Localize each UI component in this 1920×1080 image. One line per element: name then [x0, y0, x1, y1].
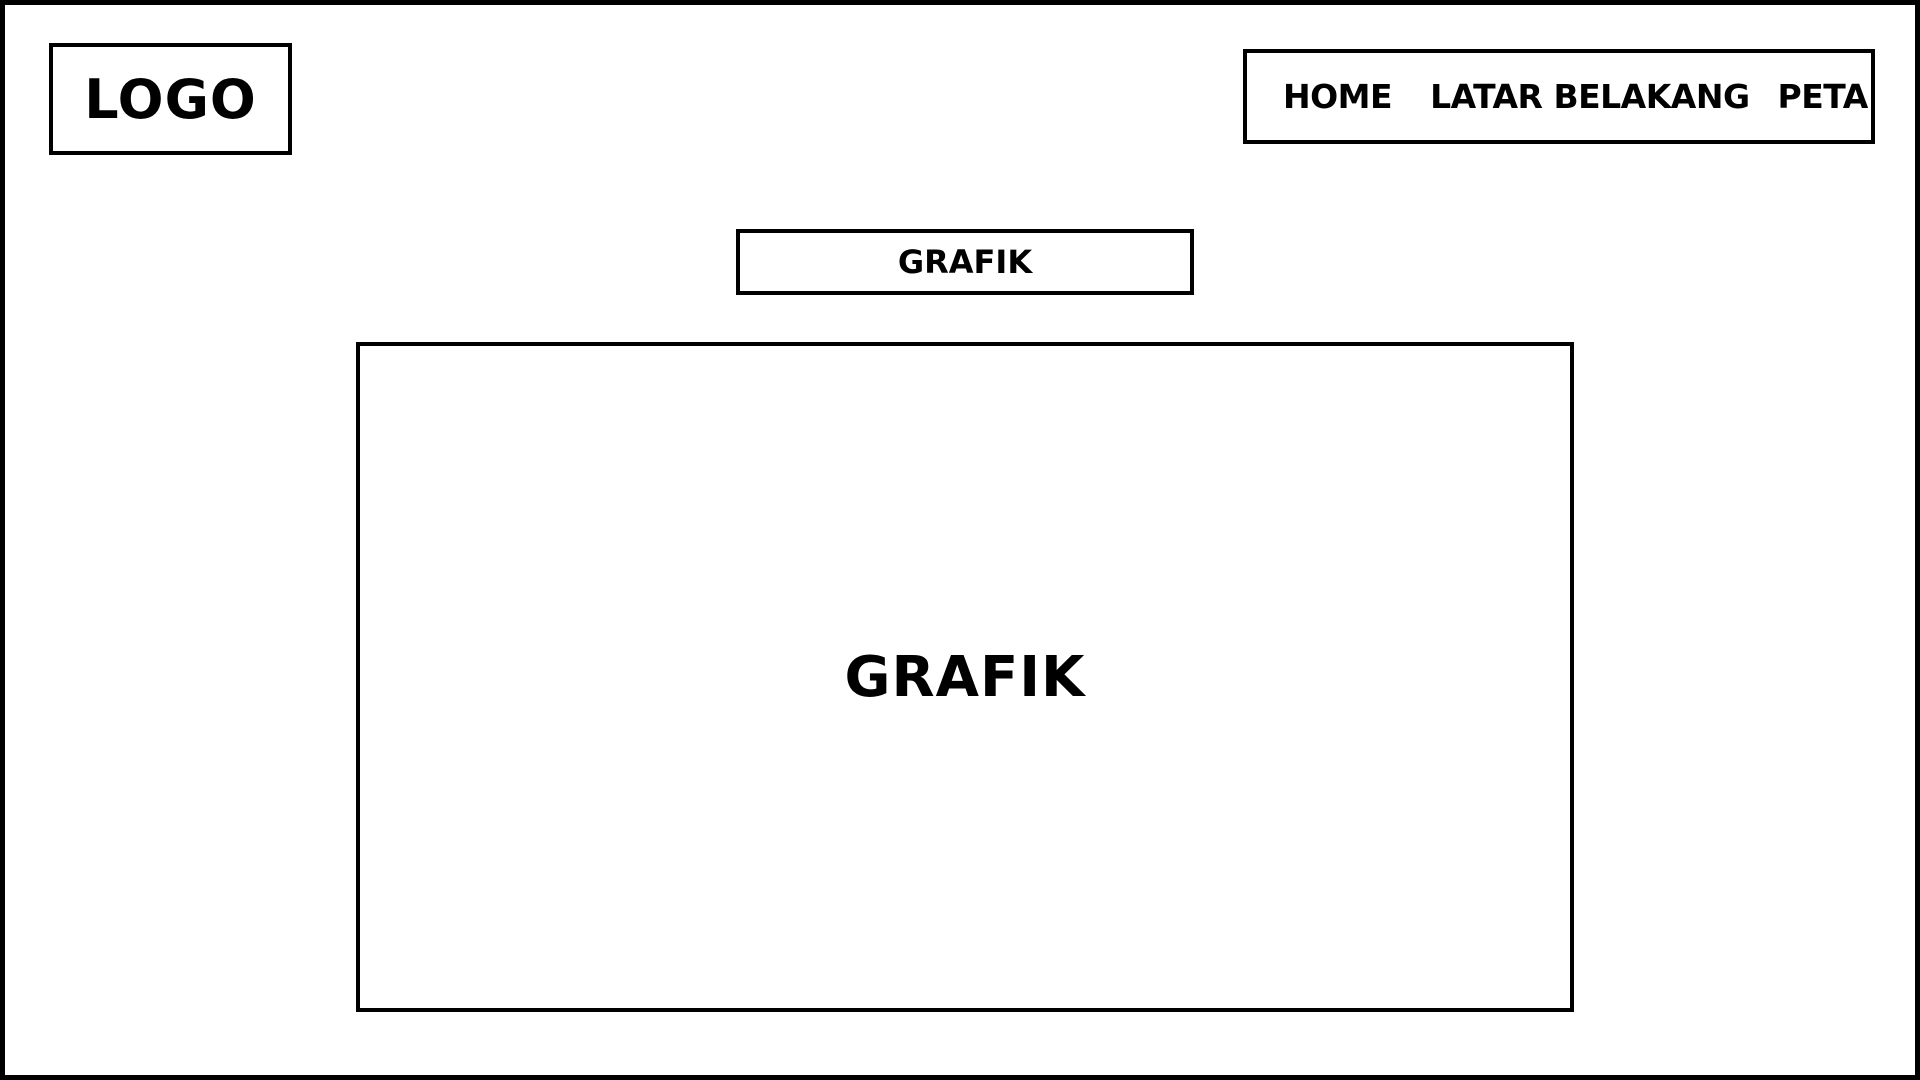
main-nav: HOME LATAR BELAKANG PETA	[1243, 49, 1875, 144]
grafik-section-tab-label: GRAFIK	[897, 243, 1033, 281]
nav-peta[interactable]: PETA	[1778, 77, 1869, 116]
nav-home[interactable]: HOME	[1283, 77, 1393, 116]
logo-text: LOGO	[84, 67, 257, 131]
nav-latar-belakang[interactable]: LATAR BELAKANG	[1430, 77, 1750, 116]
grafik-panel-label: GRAFIK	[844, 644, 1086, 710]
logo[interactable]: LOGO	[49, 43, 292, 155]
grafik-section-tab[interactable]: GRAFIK	[736, 229, 1194, 295]
grafik-panel: GRAFIK	[356, 342, 1574, 1012]
page-frame: LOGO HOME LATAR BELAKANG PETA GRAFIK GRA…	[0, 0, 1920, 1080]
